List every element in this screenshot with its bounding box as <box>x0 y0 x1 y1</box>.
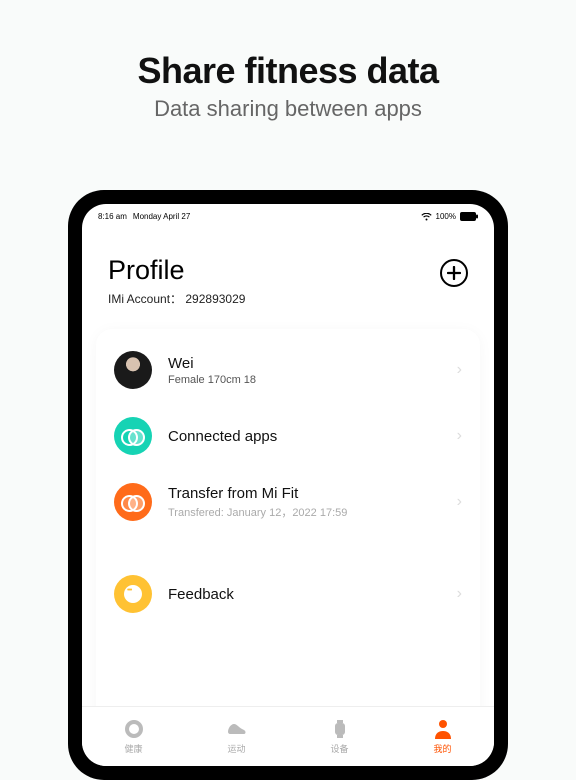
profile-header: Profile IMi Account： 292893029 <box>82 221 494 307</box>
user-row[interactable]: Wei Female 170cm 18 › <box>96 337 480 403</box>
tab-health-label: 健康 <box>124 742 142 755</box>
promo-title: Share fitness data <box>0 50 576 92</box>
promo-header: Share fitness data Data sharing between … <box>0 0 576 122</box>
transfer-icon <box>114 483 152 521</box>
plus-icon <box>447 266 461 280</box>
chevron-right-icon: › <box>457 585 462 603</box>
status-time: 8:16 am <box>98 212 127 221</box>
ring-icon <box>123 718 145 740</box>
device-frame: 8:16 am Monday April 27 100% Profile IMi… <box>68 190 508 780</box>
page-title: Profile <box>108 255 245 286</box>
tab-bar: 健康 运动 设备 我的 <box>82 706 494 766</box>
add-button[interactable] <box>440 259 468 287</box>
user-name: Wei <box>168 355 457 372</box>
tab-mine-label: 我的 <box>433 742 451 755</box>
connected-apps-icon <box>114 417 152 455</box>
shoe-icon <box>226 718 248 740</box>
wifi-icon <box>421 213 432 221</box>
settings-card: Wei Female 170cm 18 › Connected apps › T… <box>96 329 480 766</box>
account-label: IMi Account： <box>108 292 182 306</box>
battery-percent: 100% <box>436 212 456 221</box>
person-icon <box>432 718 454 740</box>
chevron-right-icon: › <box>457 493 462 511</box>
feedback-title: Feedback <box>168 586 457 603</box>
tab-mine[interactable]: 我的 <box>391 707 494 766</box>
chevron-right-icon: › <box>457 361 462 379</box>
feedback-row[interactable]: Feedback › <box>96 561 480 627</box>
transfer-sub: Transfered: January 12，2022 17:59 <box>168 504 457 520</box>
account-line: IMi Account： 292893029 <box>108 290 245 307</box>
tab-workout-label: 运动 <box>227 742 245 755</box>
transfer-title: Transfer from Mi Fit <box>168 485 457 502</box>
tab-health[interactable]: 健康 <box>82 707 185 766</box>
status-bar: 8:16 am Monday April 27 100% <box>82 204 494 221</box>
transfer-row[interactable]: Transfer from Mi Fit Transfered: January… <box>96 469 480 535</box>
screen: 8:16 am Monday April 27 100% Profile IMi… <box>82 204 494 766</box>
user-meta: Female 170cm 18 <box>168 374 457 386</box>
connected-apps-title: Connected apps <box>168 428 457 445</box>
chevron-right-icon: › <box>457 427 462 445</box>
avatar <box>114 351 152 389</box>
status-date: Monday April 27 <box>133 212 190 221</box>
feedback-icon <box>114 575 152 613</box>
watch-icon <box>329 718 351 740</box>
promo-subtitle: Data sharing between apps <box>0 96 576 122</box>
connected-apps-row[interactable]: Connected apps › <box>96 403 480 469</box>
tab-device-label: 设备 <box>330 742 348 755</box>
tab-workout[interactable]: 运动 <box>185 707 288 766</box>
tab-device[interactable]: 设备 <box>288 707 391 766</box>
account-id: 292893029 <box>185 292 245 306</box>
battery-icon <box>460 212 478 221</box>
